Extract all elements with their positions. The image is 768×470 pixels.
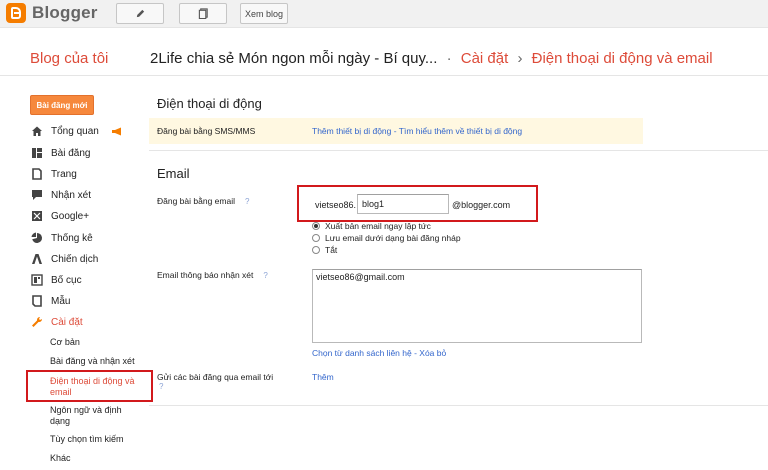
page-icon	[30, 167, 44, 181]
radio-button[interactable]	[312, 246, 320, 254]
send-posts-label: Gửi các bài đăng qua email tới	[157, 372, 274, 382]
add-mobile-device-link[interactable]: Thêm thiết bị di động - Tìm hiểu thêm về…	[312, 126, 522, 136]
sidebar-item-label: Thống kê	[51, 232, 93, 244]
section-divider	[149, 150, 768, 151]
email-section-title: Email	[157, 166, 190, 181]
radio-label: Xuất bản email ngay lập tức	[325, 221, 431, 231]
sidebar-highlight-box	[26, 370, 153, 402]
breadcrumb: 2Life chia sẻ Món ngon mỗi ngày - Bí quy…	[150, 50, 713, 67]
sidebar-item-label: Chiến dịch	[51, 253, 99, 265]
breadcrumb-mobile-email[interactable]: Điện thoại di động và email	[532, 50, 713, 67]
comment-notify-text: Email thông báo nhận xét	[157, 270, 254, 280]
view-pages-button[interactable]	[179, 3, 227, 24]
sidebar-item-pages[interactable]: Trang	[30, 166, 77, 182]
sidebar-item-stats[interactable]: Thống kê	[30, 230, 93, 246]
pencil-icon	[136, 9, 144, 18]
comment-notify-label: Email thông báo nhận xét?	[157, 270, 268, 280]
sidebar-item-label: Trang	[51, 168, 77, 180]
sidebar-item-google-plus[interactable]: Google+	[30, 208, 89, 224]
radio-button[interactable]	[312, 234, 320, 242]
breadcrumb-separator: ·	[446, 50, 452, 67]
section-divider	[149, 405, 768, 406]
radio-button-checked[interactable]	[312, 222, 320, 230]
new-post-button[interactable]: Bài đăng mới	[30, 95, 94, 115]
post-by-email-text: Đăng bài bằng email	[157, 196, 235, 206]
breadcrumb-settings[interactable]: Cài đặt	[461, 50, 509, 67]
layout-icon	[30, 273, 44, 287]
radio-label: Lưu email dưới dạng bài đăng nháp	[325, 233, 461, 243]
sidebar-item-label: Mẫu	[51, 295, 71, 307]
pages-icon	[198, 8, 208, 19]
sidebar-subitem-other[interactable]: Khác	[50, 453, 71, 464]
help-icon[interactable]: ?	[245, 197, 249, 206]
comment-notify-textarea[interactable]: vietseo86@gmail.com	[312, 269, 642, 343]
megaphone-icon	[112, 127, 121, 136]
page-header: Blog của tôi 2Life chia sẻ Món ngon mỗi …	[0, 40, 768, 76]
sidebar-item-template[interactable]: Mẫu	[30, 293, 70, 309]
new-post-pencil-button[interactable]	[116, 3, 164, 24]
sms-label: Đăng bài bằng SMS/MMS	[157, 126, 256, 136]
radio-label: Tắt	[325, 245, 338, 255]
radio-disabled[interactable]: Tắt	[312, 245, 337, 255]
sidebar-item-campaigns[interactable]: Chiến dịch	[30, 251, 98, 267]
sidebar-item-posts[interactable]: Bài đăng	[30, 145, 90, 161]
blog-name[interactable]: 2Life chia sẻ Món ngon mỗi ngày - Bí quy…	[150, 50, 437, 67]
post-by-email-label: Đăng bài bằng email?	[157, 196, 249, 206]
sidebar-item-label: Bài đăng	[51, 147, 91, 159]
my-blogs-link[interactable]: Blog của tôi	[30, 50, 108, 67]
sidebar-item-label: Tổng quan	[51, 125, 99, 137]
sidebar-item-label: Cài đặt	[51, 316, 83, 328]
sidebar-item-layout[interactable]: Bố cục	[30, 272, 82, 288]
mobile-section-title: Điện thoại di động	[157, 96, 262, 111]
help-icon[interactable]: ?	[159, 382, 163, 391]
comment-icon	[30, 188, 44, 202]
top-bar: Blogger Xem blog	[0, 0, 768, 28]
radio-save-as-draft[interactable]: Lưu email dưới dạng bài đăng nháp	[312, 233, 461, 243]
sidebar-subitem-search-preferences[interactable]: Tùy chọn tìm kiếm	[50, 434, 124, 445]
help-icon[interactable]: ?	[263, 271, 267, 280]
sidebar-item-overview[interactable]: Tổng quan	[30, 123, 99, 139]
add-recipient-link[interactable]: Thêm	[312, 372, 334, 382]
view-blog-button[interactable]: Xem blog	[240, 3, 288, 24]
wrench-icon	[30, 315, 44, 329]
sidebar-item-label: Bố cục	[51, 274, 82, 286]
home-icon	[30, 124, 44, 138]
google-plus-icon	[30, 209, 44, 223]
sidebar-item-comments[interactable]: Nhận xét	[30, 187, 91, 203]
posts-icon	[30, 146, 44, 160]
contacts-remove-link[interactable]: Chọn từ danh sách liên hệ - Xóa bỏ	[312, 348, 446, 358]
email-highlight-box	[297, 185, 538, 222]
blogger-logo-icon[interactable]	[6, 3, 26, 23]
sidebar-subitem-basic[interactable]: Cơ bản	[50, 337, 80, 348]
sidebar-item-settings[interactable]: Cài đặt	[30, 314, 83, 330]
campaign-icon	[30, 252, 44, 266]
radio-publish-immediately[interactable]: Xuất bản email ngay lập tức	[312, 221, 431, 231]
template-icon	[30, 294, 44, 308]
sidebar-subitem-posts-comments[interactable]: Bài đăng và nhận xét	[50, 356, 135, 367]
breadcrumb-arrow: ›	[517, 50, 523, 67]
sidebar-subitem-language-format[interactable]: Ngôn ngữ và định dạng	[50, 405, 132, 427]
app-name[interactable]: Blogger	[32, 3, 98, 23]
stats-icon	[30, 231, 44, 245]
sidebar-item-label: Nhận xét	[51, 189, 92, 201]
sidebar-item-label: Google+	[51, 210, 90, 222]
